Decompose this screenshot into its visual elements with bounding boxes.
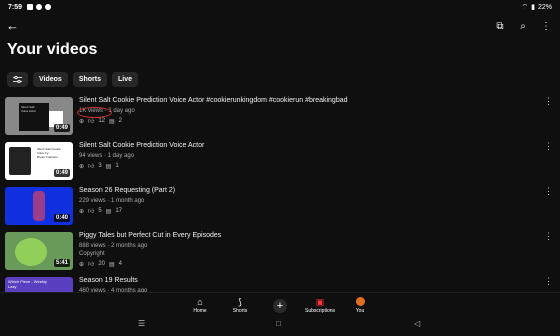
reddit-notification-icon — [45, 4, 52, 10]
video-info: Silent Salt Cookie Prediction Voice Acto… — [79, 142, 539, 170]
discord-notification-icon — [36, 4, 43, 10]
likes-count: 3 — [98, 163, 102, 169]
nav-home-label: Home — [193, 308, 207, 314]
comment-icon: ▤ — [105, 208, 112, 215]
video-duration: 5:41 — [53, 259, 70, 267]
nav-subscriptions-label: Subscriptions — [304, 308, 335, 314]
youtube-notification-icon — [27, 4, 34, 10]
video-info: Season 26 Requesting (Part 2) 229 views … — [79, 187, 539, 215]
thumbnail-text: Silent Salt Voice Actor — [21, 105, 37, 113]
video-thumbnail[interactable]: 0:40 — [5, 187, 73, 225]
chip-shorts[interactable]: Shorts — [72, 72, 107, 87]
video-duration: 0:40 — [53, 214, 70, 222]
video-stats: ⊕ 👍︎ 12 ▤ 2 — [79, 117, 539, 125]
video-meta: 1K views · 1 day ago — [79, 108, 135, 114]
video-thumbnail[interactable]: Silent Salt Voice Actor 0:49 — [5, 97, 73, 135]
video-item[interactable]: Silent Salt Cookie Voice by: Bryan Crans… — [5, 142, 560, 187]
top-bar: ← ⧉ ⌕ ⋮ — [0, 17, 560, 35]
video-menu-icon[interactable]: ⋮ — [544, 142, 553, 151]
video-menu-icon[interactable]: ⋮ — [544, 277, 553, 286]
like-icon: 👍︎ — [88, 164, 95, 170]
video-title[interactable]: Season 26 Requesting (Part 2) — [79, 187, 539, 194]
video-duration: 0:49 — [53, 124, 70, 132]
chip-videos[interactable]: Videos — [33, 72, 68, 87]
video-info: Piggy Tales but Perfect Cut in Every Epi… — [79, 232, 539, 268]
filter-settings-chip[interactable] — [7, 72, 28, 87]
thumbnail-text: Which Piece - Weekly Lazy — [8, 279, 47, 289]
nav-you[interactable]: You — [335, 297, 385, 314]
red-annotation-circle — [77, 107, 112, 118]
video-item[interactable]: 0:40 Season 26 Requesting (Part 2) 229 v… — [5, 187, 560, 232]
video-thumbnail[interactable]: Silent Salt Cookie Voice by: Bryan Crans… — [5, 142, 73, 180]
cast-icon[interactable]: ⧉ — [494, 21, 506, 32]
thumbnail-text: Silent Salt Cookie Voice by: Bryan Crans… — [37, 147, 61, 159]
filter-chips: Videos Shorts Live — [7, 72, 139, 87]
video-title[interactable]: Silent Salt Cookie Prediction Voice Acto… — [79, 97, 539, 104]
globe-icon: ⊕ — [79, 208, 85, 215]
video-menu-icon[interactable]: ⋮ — [544, 97, 553, 106]
video-meta: 888 views · 2 months ago — [79, 243, 148, 249]
shorts-icon: ⟆ — [238, 297, 242, 307]
more-options-icon[interactable]: ⋮ — [540, 21, 552, 32]
system-navigation-bar: ☰ □ ◁ — [0, 316, 560, 336]
comment-icon: ▤ — [105, 163, 112, 170]
video-menu-icon[interactable]: ⋮ — [544, 187, 553, 196]
video-copyright-label: Copyright — [79, 251, 105, 257]
comments-count: 4 — [118, 261, 123, 267]
status-notification-icons — [27, 4, 52, 10]
likes-count: 12 — [98, 118, 105, 124]
video-title[interactable]: Season 19 Results — [79, 277, 539, 284]
globe-icon: ⊕ — [79, 163, 85, 170]
video-item[interactable]: Silent Salt Voice Actor 0:49 Silent Salt… — [5, 97, 560, 142]
video-info: Silent Salt Cookie Prediction Voice Acto… — [79, 97, 539, 125]
likes-count: 20 — [98, 261, 105, 267]
like-icon: 👍︎ — [88, 262, 95, 268]
search-icon[interactable]: ⌕ — [517, 21, 529, 32]
status-right: ⌔ ▮ 22% — [522, 3, 552, 12]
video-stats: ⊕ 👍︎ 20 ▤ 4 — [79, 260, 539, 268]
top-actions: ⧉ ⌕ ⋮ — [494, 17, 552, 35]
likes-count: 5 — [98, 208, 102, 214]
nav-shorts[interactable]: ⟆ Shorts — [215, 297, 265, 314]
video-title[interactable]: Piggy Tales but Perfect Cut in Every Epi… — [79, 232, 539, 239]
comments-count: 17 — [115, 208, 123, 214]
video-stats: ⊕ 👍︎ 3 ▤ 1 — [79, 162, 539, 170]
video-thumbnail[interactable]: 5:41 — [5, 232, 73, 270]
create-plus-icon[interactable]: + — [273, 299, 287, 313]
globe-icon: ⊕ — [79, 261, 85, 268]
filter-sliders-icon — [13, 76, 22, 83]
wifi-icon: ⌔ — [521, 3, 529, 11]
chip-live[interactable]: Live — [112, 72, 139, 87]
home-square-icon[interactable]: □ — [276, 319, 281, 328]
nav-you-label: You — [355, 308, 365, 314]
bottom-navigation: ⌂ Home ⟆ Shorts + ▣ Subscriptions You — [0, 292, 560, 316]
comment-icon: ▤ — [109, 118, 115, 125]
recents-icon[interactable]: ☰ — [138, 319, 145, 328]
video-meta: 229 views · 1 month ago — [79, 198, 145, 204]
video-stats: ⊕ 👍︎ 5 ▤ 17 — [79, 207, 539, 215]
back-arrow-icon[interactable]: ← — [6, 17, 20, 35]
back-triangle-icon[interactable]: ◁ — [414, 319, 420, 328]
video-list: Silent Salt Voice Actor 0:49 Silent Salt… — [5, 97, 560, 297]
video-title[interactable]: Silent Salt Cookie Prediction Voice Acto… — [79, 142, 539, 149]
like-icon: 👍︎ — [88, 209, 95, 215]
comment-icon: ▤ — [109, 261, 115, 268]
like-icon: 👍︎ — [88, 119, 95, 125]
status-time: 7:59 — [8, 3, 23, 11]
status-bar: 7:59 ⌔ ▮ 22% — [0, 0, 560, 14]
video-item[interactable]: 5:41 Piggy Tales but Perfect Cut in Ever… — [5, 232, 560, 277]
video-meta: 94 views · 1 day ago — [79, 153, 135, 159]
comments-count: 1 — [115, 163, 119, 169]
page-title: Your videos — [7, 41, 98, 58]
nav-shorts-label: Shorts — [232, 308, 248, 314]
comments-count: 2 — [118, 118, 123, 124]
battery-icon: ▮ — [531, 4, 535, 11]
battery-percent: 22% — [537, 3, 552, 11]
video-duration: 0:49 — [53, 169, 70, 177]
avatar-icon — [335, 297, 385, 307]
video-menu-icon[interactable]: ⋮ — [544, 232, 553, 241]
globe-icon: ⊕ — [79, 118, 85, 125]
